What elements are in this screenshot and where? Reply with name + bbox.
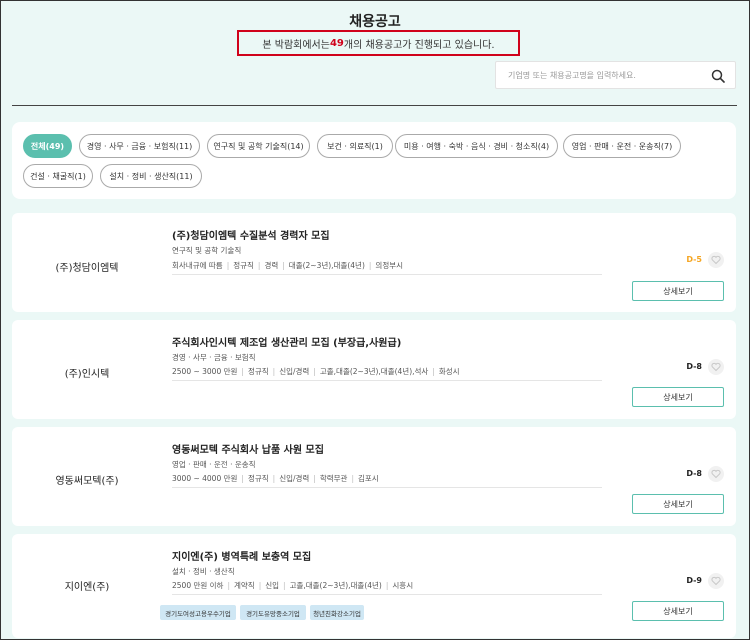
favorite-button[interactable] bbox=[708, 359, 724, 375]
filter-chip[interactable]: 경영 · 사무 · 금융 · 보험직(11) bbox=[79, 134, 200, 158]
job-card: 지이엔(주) 지이엔(주) 병역특례 보충역 모집 설치 · 정비 · 생산직 … bbox=[12, 534, 736, 638]
search-input[interactable] bbox=[508, 62, 708, 88]
heart-icon bbox=[711, 255, 721, 265]
job-card: 영동써모텍(주) 영동써모텍 주식회사 납품 사원 모집 영업 · 판매 · 운… bbox=[12, 427, 736, 526]
company-tag: 청년친화강소기업 bbox=[310, 605, 364, 620]
job-title[interactable]: 지이엔(주) 병역특례 보충역 모집 bbox=[172, 548, 311, 563]
job-count-notice: 본 박람회에서는 49 개의 채용공고가 진행되고 있습니다. bbox=[237, 30, 520, 56]
job-category: 설치 · 정비 · 생산직 bbox=[172, 567, 235, 576]
company-tag: 경기도유망중소기업 bbox=[240, 605, 306, 620]
job-meta: 2500 ~ 3000 만원 | 정규직 | 신입/경력 | 고졸,대졸(2~3년),대졸(… bbox=[172, 367, 460, 376]
job-category: 영업 · 판매 · 운전 · 운송직 bbox=[172, 460, 256, 469]
heart-icon bbox=[711, 469, 721, 479]
page-title: 채용공고 bbox=[349, 14, 401, 30]
card-divider bbox=[172, 594, 602, 595]
company-name: (주)인시텍 bbox=[64, 369, 110, 380]
d-day-badge: D-9 bbox=[686, 576, 702, 585]
d-day-badge: D-8 bbox=[686, 469, 702, 478]
detail-button[interactable]: 상세보기 bbox=[632, 281, 724, 301]
favorite-button[interactable] bbox=[708, 252, 724, 268]
company-name: 영동써모텍(주) bbox=[55, 476, 119, 487]
favorite-button[interactable] bbox=[708, 466, 724, 482]
detail-button[interactable]: 상세보기 bbox=[632, 494, 724, 514]
job-title[interactable]: 영동써모텍 주식회사 납품 사원 모집 bbox=[172, 441, 324, 456]
job-count: 49 bbox=[329, 37, 344, 49]
job-category: 경영 · 사무 · 금융 · 보험직 bbox=[172, 353, 256, 362]
heart-icon bbox=[711, 362, 721, 372]
card-divider bbox=[172, 274, 602, 275]
job-title[interactable]: 주식회사인시텍 제조업 생산관리 모집 (부장급,사원급) bbox=[172, 334, 401, 349]
search-box bbox=[495, 61, 736, 89]
job-meta: 3000 ~ 4000 만원 | 정규직 | 신입/경력 | 학력무관 | 김포시 bbox=[172, 474, 379, 483]
card-divider bbox=[172, 487, 602, 488]
job-title[interactable]: (주)청담이엠텍 수질분석 경력자 모집 bbox=[172, 227, 330, 242]
notice-suffix: 개의 채용공고가 진행되고 있습니다. bbox=[343, 39, 495, 51]
filter-chip[interactable]: 미용 · 여행 · 숙박 · 음식 · 경비 · 청소직(4) bbox=[395, 134, 558, 158]
filter-chip[interactable]: 영업 · 판매 · 운전 · 운송직(7) bbox=[563, 134, 681, 158]
category-filter-panel: 전체(49) 경영 · 사무 · 금융 · 보험직(11) 연구직 및 공학 기… bbox=[12, 122, 736, 199]
job-category: 연구직 및 공학 기술직 bbox=[172, 246, 242, 255]
detail-button[interactable]: 상세보기 bbox=[632, 601, 724, 621]
filter-chip[interactable]: 전체(49) bbox=[23, 134, 72, 158]
job-meta: 2500 만원 이하 | 계약직 | 신입 | 고졸,대졸(2~3년),대졸(4년) | 시흥시 bbox=[172, 581, 414, 590]
search-icon[interactable] bbox=[711, 69, 725, 83]
company-name: 지이엔(주) bbox=[64, 582, 110, 593]
heart-icon bbox=[711, 576, 721, 586]
company-name: (주)청담이엠텍 bbox=[55, 263, 119, 274]
filter-chip[interactable]: 건설 · 채굴직(1) bbox=[23, 164, 93, 188]
section-divider bbox=[12, 105, 737, 106]
filter-chip[interactable]: 설치 · 정비 · 생산직(11) bbox=[100, 164, 202, 188]
company-tag: 경기도여성고용우수기업 bbox=[160, 605, 236, 620]
job-card: (주)인시텍 주식회사인시텍 제조업 생산관리 모집 (부장급,사원급) 경영 … bbox=[12, 320, 736, 419]
job-meta: 회사내규에 따름 | 정규직 | 경력 | 대졸(2~3년),대졸(4년) | 의정부시 bbox=[172, 261, 404, 270]
notice-prefix: 본 박람회에서는 bbox=[262, 39, 330, 51]
card-divider bbox=[172, 380, 602, 381]
job-card: (주)청담이엠텍 (주)청담이엠텍 수질분석 경력자 모집 연구직 및 공학 기… bbox=[12, 213, 736, 312]
filter-chip[interactable]: 연구직 및 공학 기술직(14) bbox=[207, 134, 310, 158]
detail-button[interactable]: 상세보기 bbox=[632, 387, 724, 407]
filter-chip[interactable]: 보건 · 의료직(1) bbox=[317, 134, 393, 158]
d-day-badge: D-5 bbox=[686, 255, 702, 264]
d-day-badge: D-8 bbox=[686, 362, 702, 371]
favorite-button[interactable] bbox=[708, 573, 724, 589]
